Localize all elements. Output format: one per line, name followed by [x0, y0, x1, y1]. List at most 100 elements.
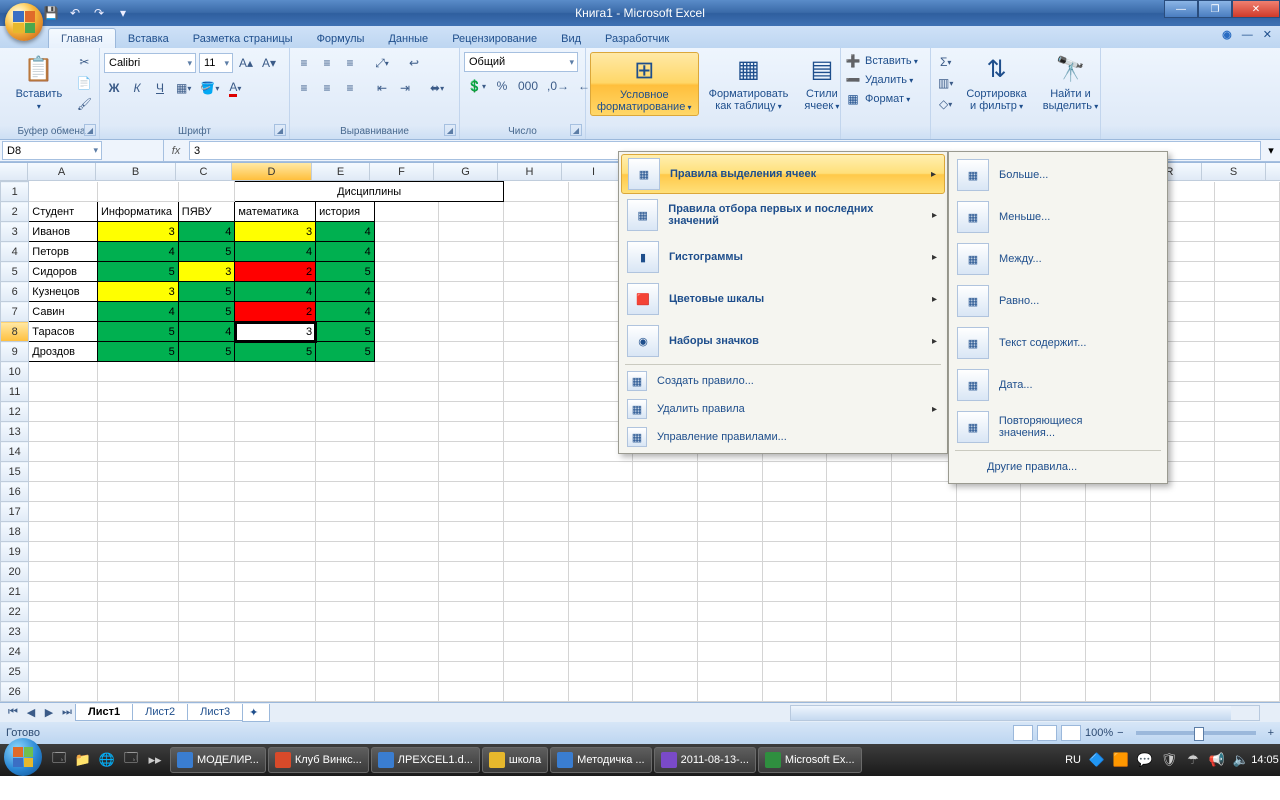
- percent-format-icon[interactable]: %: [492, 76, 512, 96]
- cell-H5[interactable]: [504, 262, 569, 282]
- row-header-22[interactable]: 22: [1, 602, 29, 622]
- row-header-20[interactable]: 20: [1, 562, 29, 582]
- cell-B3[interactable]: 3: [97, 222, 178, 242]
- row-header-6[interactable]: 6: [1, 282, 29, 302]
- cell-R19[interactable]: [1150, 542, 1215, 562]
- cell-Q22[interactable]: [1085, 602, 1150, 622]
- cell-I18[interactable]: [568, 522, 633, 542]
- cell-E13[interactable]: [316, 422, 375, 442]
- cell-S8[interactable]: [1215, 322, 1280, 342]
- cell-I23[interactable]: [568, 622, 633, 642]
- cell-L23[interactable]: [762, 622, 827, 642]
- cell-N15[interactable]: [892, 462, 957, 482]
- cell-S6[interactable]: [1215, 282, 1280, 302]
- cell-D11[interactable]: [235, 382, 316, 402]
- cell-D23[interactable]: [235, 622, 316, 642]
- cell-N25[interactable]: [892, 662, 957, 682]
- taskbar-item-2[interactable]: ЛРEXCEL1.d...: [371, 747, 480, 773]
- cell-A16[interactable]: [29, 482, 98, 502]
- submenu-less-than[interactable]: ▦Меньше...: [951, 196, 1165, 238]
- cell-B23[interactable]: [97, 622, 178, 642]
- cell-G17[interactable]: [439, 502, 504, 522]
- submenu-greater-than[interactable]: ▦Больше...: [951, 154, 1165, 196]
- cell-N17[interactable]: [892, 502, 957, 522]
- cell-A24[interactable]: [29, 642, 98, 662]
- cell-C8[interactable]: 4: [178, 322, 235, 342]
- conditional-formatting-button[interactable]: ⊞ Условное форматирование: [590, 52, 699, 116]
- zoom-in-icon[interactable]: +: [1268, 727, 1274, 739]
- cell-S19[interactable]: [1215, 542, 1280, 562]
- cell-F3[interactable]: [374, 222, 439, 242]
- cell-C3[interactable]: 4: [178, 222, 235, 242]
- cell-A5[interactable]: Сидоров: [29, 262, 98, 282]
- row-header-18[interactable]: 18: [1, 522, 29, 542]
- cell-H2[interactable]: [504, 202, 569, 222]
- delete-cells-button[interactable]: ➖Удалить: [845, 71, 918, 89]
- cell-S1[interactable]: [1215, 182, 1280, 202]
- cell-G19[interactable]: [439, 542, 504, 562]
- quicklaunch-icon-0[interactable]: 🗔: [48, 749, 70, 771]
- cell-E15[interactable]: [316, 462, 375, 482]
- cell-J21[interactable]: [633, 582, 698, 602]
- cell-K19[interactable]: [698, 542, 763, 562]
- cell-S16[interactable]: [1215, 482, 1280, 502]
- row-header-14[interactable]: 14: [1, 442, 29, 462]
- cell-D1[interactable]: Дисциплины: [235, 182, 504, 202]
- cell-I24[interactable]: [568, 642, 633, 662]
- cell-S17[interactable]: [1215, 502, 1280, 522]
- cell-R25[interactable]: [1150, 662, 1215, 682]
- cell-P22[interactable]: [1021, 602, 1086, 622]
- cell-R24[interactable]: [1150, 642, 1215, 662]
- cell-O26[interactable]: [956, 682, 1021, 702]
- cell-D5[interactable]: 2: [235, 262, 316, 282]
- cell-I22[interactable]: [568, 602, 633, 622]
- increase-decimal-icon[interactable]: ,0→: [544, 76, 572, 96]
- cell-E19[interactable]: [316, 542, 375, 562]
- cell-I19[interactable]: [568, 542, 633, 562]
- align-top-icon[interactable]: ≡: [294, 53, 314, 73]
- sheet-nav-next-icon[interactable]: ▶: [40, 706, 58, 719]
- cell-E5[interactable]: 5: [316, 262, 375, 282]
- cell-B14[interactable]: [97, 442, 178, 462]
- cell-S21[interactable]: [1215, 582, 1280, 602]
- cell-B15[interactable]: [97, 462, 178, 482]
- cell-E7[interactable]: 4: [316, 302, 375, 322]
- taskbar-item-0[interactable]: МОДЕЛИР...: [170, 747, 266, 773]
- cell-E22[interactable]: [316, 602, 375, 622]
- cell-S24[interactable]: [1215, 642, 1280, 662]
- align-right-icon[interactable]: ≡: [340, 78, 360, 98]
- cell-E12[interactable]: [316, 402, 375, 422]
- cell-D15[interactable]: [235, 462, 316, 482]
- cell-I16[interactable]: [568, 482, 633, 502]
- sheet-tab-1[interactable]: Лист1: [75, 704, 133, 721]
- cell-A15[interactable]: [29, 462, 98, 482]
- orientation-icon[interactable]: ⤢: [372, 53, 392, 73]
- cell-G15[interactable]: [439, 462, 504, 482]
- cell-A10[interactable]: [29, 362, 98, 382]
- cell-C17[interactable]: [178, 502, 235, 522]
- cell-P23[interactable]: [1021, 622, 1086, 642]
- cell-G24[interactable]: [439, 642, 504, 662]
- cell-D9[interactable]: 5: [235, 342, 316, 362]
- cell-A12[interactable]: [29, 402, 98, 422]
- qat-save-icon[interactable]: 💾: [42, 4, 60, 22]
- cell-A17[interactable]: [29, 502, 98, 522]
- cell-J20[interactable]: [633, 562, 698, 582]
- qat-customize-icon[interactable]: ▾: [114, 4, 132, 22]
- cell-B24[interactable]: [97, 642, 178, 662]
- cell-A3[interactable]: Иванов: [29, 222, 98, 242]
- cell-H13[interactable]: [504, 422, 569, 442]
- cell-A13[interactable]: [29, 422, 98, 442]
- cell-F21[interactable]: [374, 582, 439, 602]
- cell-A23[interactable]: [29, 622, 98, 642]
- view-layout-icon[interactable]: [1037, 725, 1057, 741]
- cell-P21[interactable]: [1021, 582, 1086, 602]
- cell-L20[interactable]: [762, 562, 827, 582]
- col-header-A[interactable]: A: [28, 163, 96, 180]
- cell-B17[interactable]: [97, 502, 178, 522]
- tray-icon-2[interactable]: 💬: [1134, 749, 1156, 771]
- cell-Q26[interactable]: [1085, 682, 1150, 702]
- italic-button[interactable]: К: [127, 78, 147, 98]
- cell-J23[interactable]: [633, 622, 698, 642]
- submenu-between[interactable]: ▦Между...: [951, 238, 1165, 280]
